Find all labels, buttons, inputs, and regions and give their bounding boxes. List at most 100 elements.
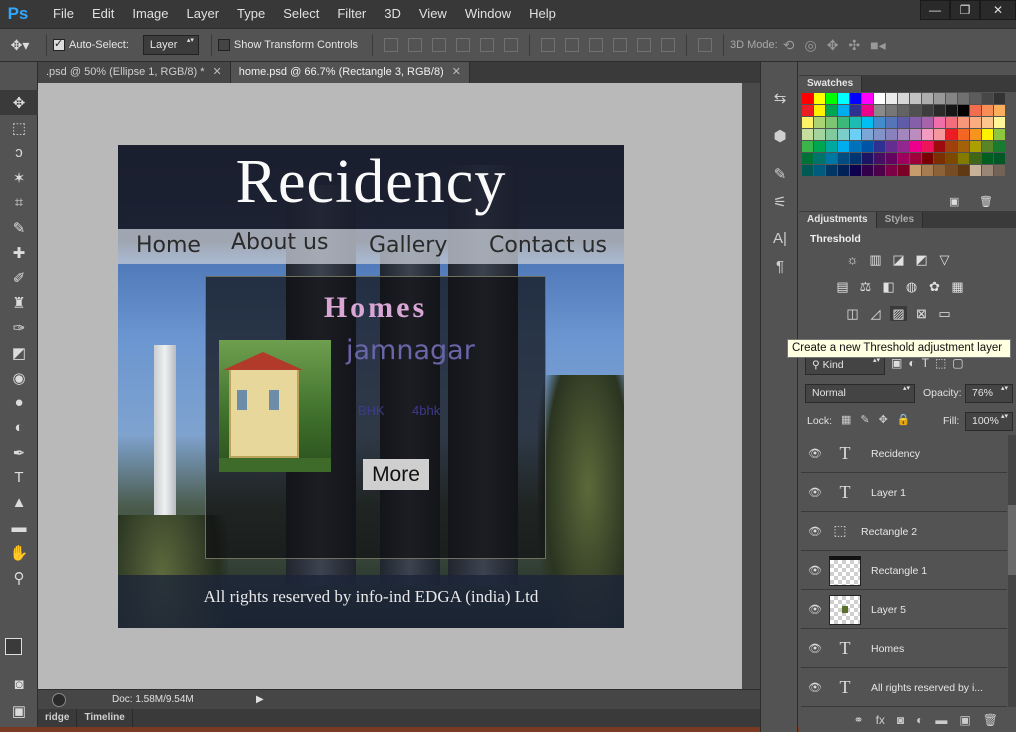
- color-swatch[interactable]: [910, 93, 921, 104]
- color-swatch[interactable]: [970, 105, 981, 116]
- color-swatch[interactable]: [886, 165, 897, 176]
- color-swatch[interactable]: [886, 117, 897, 128]
- color-swatch[interactable]: [898, 93, 909, 104]
- color-swatch[interactable]: [946, 117, 957, 128]
- color-swatch[interactable]: [886, 93, 897, 104]
- color-swatch[interactable]: [814, 105, 825, 116]
- color-swatch[interactable]: [838, 153, 849, 164]
- delete-layer-icon[interactable]: 🗑: [983, 713, 998, 727]
- color-swatch[interactable]: [898, 105, 909, 116]
- quick-mask-icon[interactable]: ◙: [0, 672, 38, 697]
- lock-position-icon[interactable]: ✥: [879, 414, 897, 426]
- layer-row[interactable]: 👁 T Homes: [801, 630, 1007, 668]
- color-swatch[interactable]: [838, 105, 849, 116]
- color-swatch[interactable]: [946, 153, 957, 164]
- crop-tool-icon[interactable]: ⌗: [0, 190, 38, 215]
- color-swatch[interactable]: [862, 129, 873, 140]
- color-swatch[interactable]: [874, 129, 885, 140]
- color-swatch[interactable]: [994, 129, 1005, 140]
- color-swatch[interactable]: [958, 117, 969, 128]
- fill-field[interactable]: 100%: [965, 412, 1013, 431]
- color-swatch[interactable]: [934, 117, 945, 128]
- color-swatch[interactable]: [802, 141, 813, 152]
- restore-button[interactable]: ❐: [950, 0, 980, 20]
- new-group-icon[interactable]: ▬: [935, 713, 947, 727]
- color-swatch[interactable]: [958, 129, 969, 140]
- color-swatch[interactable]: [994, 105, 1005, 116]
- color-swatch[interactable]: [838, 93, 849, 104]
- history-panel-icon[interactable]: ⇆: [761, 84, 799, 112]
- layer-row[interactable]: 👁 T All rights reserved by i...: [801, 669, 1007, 707]
- align-left-icon[interactable]: [456, 38, 471, 52]
- color-swatch[interactable]: [946, 165, 957, 176]
- color-swatch[interactable]: [850, 117, 861, 128]
- close-tab-icon[interactable]: ✕: [213, 66, 222, 78]
- vibrance-icon[interactable]: ▤: [834, 279, 851, 294]
- color-swatch[interactable]: [802, 129, 813, 140]
- color-swatch[interactable]: [958, 93, 969, 104]
- color-swatch[interactable]: [958, 165, 969, 176]
- color-swatch[interactable]: [802, 105, 813, 116]
- color-swatch[interactable]: [934, 93, 945, 104]
- color-swatch[interactable]: [838, 165, 849, 176]
- brightness-icon[interactable]: ☼: [844, 252, 861, 267]
- color-swatch[interactable]: [994, 117, 1005, 128]
- distribute-right-icon[interactable]: [661, 38, 676, 52]
- color-swatch[interactable]: [862, 105, 873, 116]
- layer-style-icon[interactable]: fx: [876, 713, 885, 727]
- menu-layer[interactable]: Layer: [178, 0, 229, 28]
- color-lookup-icon[interactable]: ▦: [949, 279, 966, 294]
- color-swatch[interactable]: [814, 93, 825, 104]
- color-swatch[interactable]: [898, 141, 909, 152]
- color-swatch[interactable]: [910, 153, 921, 164]
- color-swatch[interactable]: [922, 141, 933, 152]
- color-swatch[interactable]: [994, 141, 1005, 152]
- align-hcenter-icon[interactable]: [480, 38, 495, 52]
- color-swatch[interactable]: [910, 105, 921, 116]
- color-swatch[interactable]: [886, 105, 897, 116]
- healing-brush-icon[interactable]: ✚: [0, 240, 38, 265]
- blur-tool-icon[interactable]: ●: [0, 390, 38, 415]
- visibility-eye-icon[interactable]: 👁: [801, 447, 829, 460]
- color-swatch[interactable]: [982, 129, 993, 140]
- color-swatch[interactable]: [850, 153, 861, 164]
- color-swatch[interactable]: [898, 129, 909, 140]
- auto-align-icon[interactable]: [698, 38, 713, 52]
- show-transform-checkbox[interactable]: [217, 39, 230, 51]
- 3d-panel-icon[interactable]: ⬢: [761, 122, 799, 150]
- color-swatch[interactable]: [874, 165, 885, 176]
- delete-swatch-icon[interactable]: 🗑: [979, 195, 993, 208]
- hand-tool-icon[interactable]: ✋: [0, 540, 38, 565]
- lock-transparent-icon[interactable]: ▦: [841, 414, 860, 426]
- status-menu-arrow-icon[interactable]: ▶: [256, 694, 264, 705]
- color-swatch[interactable]: [874, 141, 885, 152]
- screen-mode-icon[interactable]: ▣: [0, 698, 38, 723]
- layer-row[interactable]: 👁 T Layer 1: [801, 474, 1007, 512]
- color-swatch[interactable]: [982, 165, 993, 176]
- character-panel-icon[interactable]: A|: [761, 224, 799, 252]
- brush-tool-icon[interactable]: ✐: [0, 265, 38, 290]
- color-swatch[interactable]: [958, 141, 969, 152]
- filter-smart-icon[interactable]: ▢: [952, 356, 969, 370]
- posterize-icon[interactable]: ◿: [867, 306, 884, 321]
- layers-scrollbar[interactable]: [1008, 435, 1016, 707]
- paint-bucket-icon[interactable]: ◉: [0, 365, 38, 390]
- opacity-field[interactable]: 76%: [965, 384, 1013, 403]
- marquee-tool-icon[interactable]: ⬚: [0, 115, 38, 140]
- color-swatch[interactable]: [934, 105, 945, 116]
- layer-row[interactable]: 👁 Rectangle 1: [801, 552, 1007, 590]
- color-swatch[interactable]: [922, 105, 933, 116]
- color-swatch[interactable]: [934, 141, 945, 152]
- layer-row[interactable]: 👁 ⬚ Rectangle 2: [801, 513, 1007, 551]
- menu-select[interactable]: Select: [274, 0, 328, 28]
- new-adjustment-icon[interactable]: ◐: [916, 713, 923, 727]
- visibility-eye-icon[interactable]: 👁: [801, 681, 829, 694]
- slide-3d-icon[interactable]: ✣: [848, 37, 860, 54]
- distribute-left-icon[interactable]: [613, 38, 628, 52]
- move-tool-preset-icon[interactable]: ✥▾: [0, 37, 40, 54]
- color-swatch[interactable]: [946, 129, 957, 140]
- color-swatch[interactable]: [862, 93, 873, 104]
- color-swatch[interactable]: [826, 105, 837, 116]
- pen-tool-icon[interactable]: ✒: [0, 440, 38, 465]
- curves-icon[interactable]: ◪: [890, 252, 907, 267]
